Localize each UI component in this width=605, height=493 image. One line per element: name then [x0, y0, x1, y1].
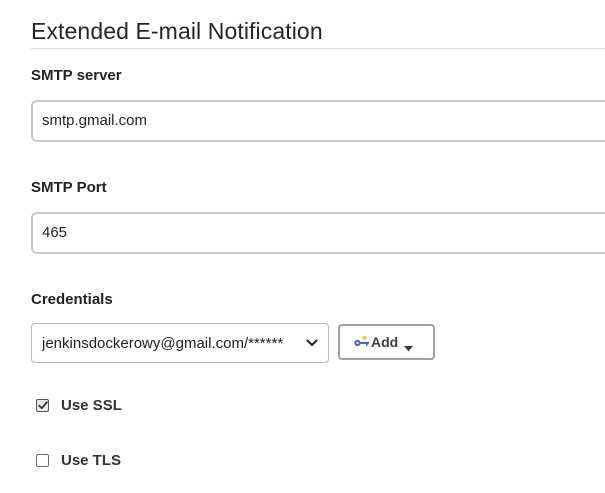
- smtp-port-value: 465: [42, 224, 68, 241]
- use-ssl-checkbox[interactable]: [36, 399, 49, 412]
- smtp-server-input[interactable]: smtp.gmail.com: [31, 100, 605, 142]
- add-button-label: Add: [371, 334, 399, 350]
- add-credentials-button[interactable]: Add: [338, 324, 435, 360]
- smtp-port-input[interactable]: 465: [31, 212, 605, 254]
- smtp-port-label: SMTP Port: [31, 179, 107, 196]
- key-icon: [353, 335, 371, 349]
- chevron-down-icon: [306, 337, 318, 349]
- use-tls-option[interactable]: Use TLS: [36, 452, 121, 469]
- credentials-select[interactable]: jenkinsdockerowy@gmail.com/******: [31, 323, 329, 363]
- section-divider: [31, 48, 605, 49]
- use-ssl-option[interactable]: Use SSL: [36, 397, 122, 414]
- credentials-label: Credentials: [31, 291, 113, 308]
- checkmark-icon: [37, 401, 48, 410]
- caret-down-icon: [404, 339, 414, 352]
- smtp-server-value: smtp.gmail.com: [42, 112, 148, 129]
- credentials-selected-value: jenkinsdockerowy@gmail.com/******: [42, 334, 284, 352]
- section-title: Extended E-mail Notification: [31, 18, 323, 44]
- use-ssl-label: Use SSL: [61, 397, 122, 414]
- extended-email-notification-section: Extended E-mail Notification SMTP server…: [0, 0, 605, 493]
- smtp-server-label: SMTP server: [31, 67, 122, 84]
- use-tls-label: Use TLS: [61, 452, 122, 469]
- use-tls-checkbox[interactable]: [36, 454, 49, 467]
